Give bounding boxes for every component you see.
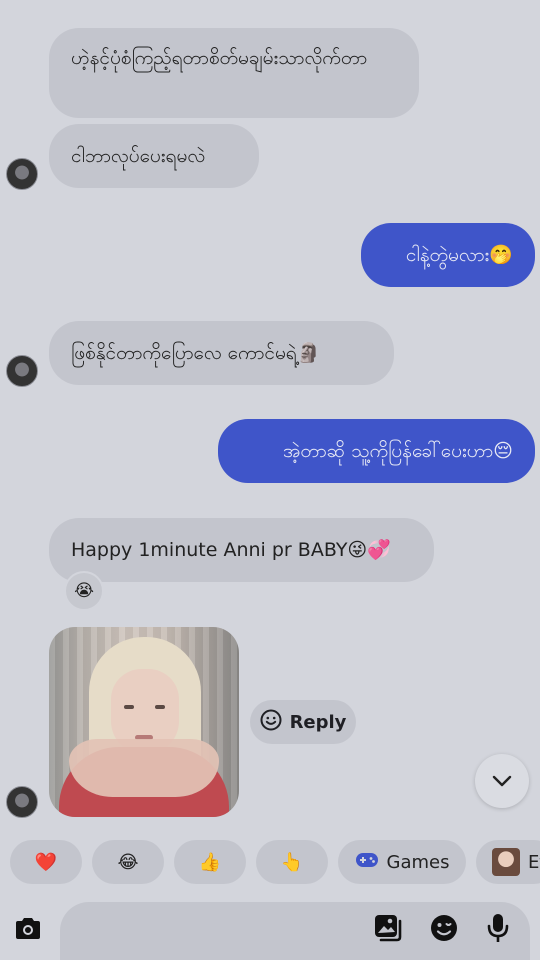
quick-laugh-chip[interactable]: 😂 xyxy=(92,840,164,884)
quick-thumbs-up-chip[interactable]: 👍 xyxy=(174,840,246,884)
chip-emoji: 😂 xyxy=(117,851,139,873)
camera-button[interactable] xyxy=(8,911,48,951)
avatar[interactable] xyxy=(6,158,38,190)
microphone-button[interactable] xyxy=(478,910,518,950)
photo-message[interactable] xyxy=(49,627,239,817)
reply-label: Reply xyxy=(289,711,347,733)
avatar[interactable] xyxy=(6,355,38,387)
reply-button[interactable]: Reply xyxy=(250,700,356,744)
chip-emoji: ❤️ xyxy=(34,851,58,873)
photo-eye-left xyxy=(124,705,134,709)
message-text: ဟဲ့နင့်ပုံစံကြည့်ရတာစိတ်မချမ်းသာလိုက်တာ xyxy=(71,47,368,69)
chevron-down-icon xyxy=(492,772,512,791)
chip-label: Ef xyxy=(528,851,540,873)
camera-icon xyxy=(13,916,43,946)
avatar[interactable] xyxy=(6,786,38,818)
quick-point-up-chip[interactable]: 👆 xyxy=(256,840,328,884)
photo-eye-right xyxy=(155,705,165,709)
quick-heart-chip[interactable]: ❤️ xyxy=(10,840,82,884)
gallery-icon xyxy=(373,913,403,947)
chip-emoji: 👆 xyxy=(280,851,304,873)
sticker-icon xyxy=(429,913,459,947)
incoming-message[interactable]: ငါဘာလုပ်ပေးရမလဲ xyxy=(49,124,259,188)
smile-icon xyxy=(260,709,282,736)
gamepad-icon xyxy=(355,851,379,874)
incoming-message[interactable]: ဖြစ်နိုင်တာကိုပြောလေ ကောင်မရဲ့🗿 xyxy=(49,321,394,385)
incoming-message[interactable]: ဟဲ့နင့်ပုံစံကြည့်ရတာစိတ်မချမ်းသာလိုက်တာ xyxy=(49,28,419,118)
sticker-button[interactable] xyxy=(424,910,464,950)
message-text: ငါဘာလုပ်ပေးရမလဲ xyxy=(71,145,206,167)
gallery-button[interactable] xyxy=(368,910,408,950)
message-text: အဲ့တာဆို သူ့ကိုပြန်ခေါ်ပေးဟာ😔 xyxy=(282,440,513,462)
incoming-message[interactable]: Happy 1minute Anni pr BABY😜💞 xyxy=(49,518,434,582)
scroll-to-bottom-button[interactable] xyxy=(475,754,529,808)
photo-heart-hands xyxy=(69,739,219,797)
chip-emoji: 👍 xyxy=(198,851,222,873)
message-text: ဖြစ်နိုင်တာကိုပြောလေ ကောင်မရဲ့🗿 xyxy=(71,342,321,364)
microphone-icon xyxy=(485,912,511,948)
message-text: ငါနဲ့တွဲမလား🤭 xyxy=(405,244,513,266)
effects-icon xyxy=(492,848,520,876)
reaction-badge[interactable]: 😭 xyxy=(64,571,104,611)
reaction-emoji: 😭 xyxy=(74,581,94,601)
message-text: Happy 1minute Anni pr BABY😜💞 xyxy=(71,539,391,561)
chip-label: Games xyxy=(386,851,450,873)
outgoing-message[interactable]: အဲ့တာဆို သူ့ကိုပြန်ခေါ်ပေးဟာ😔 xyxy=(218,419,535,483)
effects-chip[interactable]: Ef xyxy=(476,840,540,884)
games-chip[interactable]: Games xyxy=(338,840,466,884)
outgoing-message[interactable]: ငါနဲ့တွဲမလား🤭 xyxy=(361,223,535,287)
